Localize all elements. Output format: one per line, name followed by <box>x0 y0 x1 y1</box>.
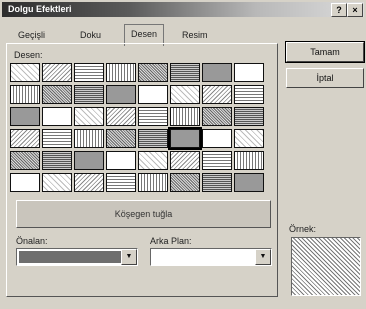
fill-effects-dialog: Dolgu Efektleri ? × Geçişli Doku Desen R… <box>0 0 366 309</box>
pattern-swatch[interactable] <box>42 129 72 148</box>
chevron-down-icon[interactable]: ▼ <box>255 249 271 265</box>
pattern-swatch[interactable] <box>106 85 136 104</box>
pattern-swatch[interactable] <box>234 129 264 148</box>
tab-picture[interactable]: Resim <box>176 26 214 44</box>
pattern-swatch[interactable] <box>170 85 200 104</box>
pattern-swatch[interactable] <box>74 107 104 126</box>
pattern-swatch[interactable] <box>170 173 200 192</box>
pattern-swatch[interactable] <box>138 85 168 104</box>
pattern-swatch[interactable] <box>202 107 232 126</box>
pattern-swatch[interactable] <box>10 129 40 148</box>
pattern-swatch[interactable] <box>138 129 168 148</box>
background-label: Arka Plan: <box>150 236 192 246</box>
title-bar: Dolgu Efektleri ? × <box>2 2 364 17</box>
pattern-swatch[interactable] <box>74 85 104 104</box>
pattern-swatch[interactable] <box>234 151 264 170</box>
pattern-swatch[interactable] <box>234 63 264 82</box>
pattern-swatch[interactable] <box>106 63 136 82</box>
pattern-swatch[interactable] <box>234 173 264 192</box>
pattern-swatch[interactable] <box>168 127 202 150</box>
pattern-swatch[interactable] <box>202 151 232 170</box>
background-swatch <box>153 251 255 263</box>
pattern-swatch[interactable] <box>202 129 232 148</box>
pattern-swatch[interactable] <box>42 107 72 126</box>
pattern-swatch[interactable] <box>202 63 232 82</box>
pattern-swatch[interactable] <box>138 107 168 126</box>
pattern-swatch[interactable] <box>138 63 168 82</box>
pattern-swatch[interactable] <box>42 173 72 192</box>
pattern-swatch[interactable] <box>106 129 136 148</box>
pattern-swatch[interactable] <box>42 151 72 170</box>
pattern-swatch[interactable] <box>202 173 232 192</box>
pattern-label: Desen: <box>14 50 43 60</box>
pattern-swatch[interactable] <box>74 173 104 192</box>
selected-pattern-name: Köşegen tuğla <box>16 200 271 228</box>
foreground-color-select[interactable]: ▼ <box>16 248 138 266</box>
pattern-swatch[interactable] <box>138 151 168 170</box>
pattern-swatch[interactable] <box>74 151 104 170</box>
sample-label: Örnek: <box>289 224 317 234</box>
pattern-swatch[interactable] <box>10 173 40 192</box>
pattern-swatch[interactable] <box>42 63 72 82</box>
pattern-swatch[interactable] <box>138 173 168 192</box>
pattern-swatch[interactable] <box>10 151 40 170</box>
cancel-button[interactable]: İptal <box>286 68 364 88</box>
pattern-swatch[interactable] <box>74 129 104 148</box>
window-title: Dolgu Efektleri <box>8 4 72 14</box>
pattern-swatch[interactable] <box>74 63 104 82</box>
pattern-swatch[interactable] <box>10 63 40 82</box>
tab-gradient[interactable]: Geçişli <box>12 26 51 44</box>
pattern-swatch[interactable] <box>42 85 72 104</box>
pattern-swatch[interactable] <box>106 107 136 126</box>
pattern-swatch[interactable] <box>106 173 136 192</box>
pattern-swatch[interactable] <box>10 85 40 104</box>
tab-texture[interactable]: Doku <box>74 26 107 44</box>
close-button[interactable]: × <box>347 3 363 17</box>
foreground-label: Önalan: <box>16 236 48 246</box>
foreground-swatch <box>19 251 121 263</box>
sample-preview <box>291 237 361 296</box>
pattern-swatch[interactable] <box>170 151 200 170</box>
pattern-swatch[interactable] <box>170 107 200 126</box>
pattern-swatch[interactable] <box>10 107 40 126</box>
help-button[interactable]: ? <box>331 3 347 17</box>
pattern-swatch[interactable] <box>234 85 264 104</box>
pattern-swatch[interactable] <box>170 63 200 82</box>
ok-button[interactable]: Tamam <box>285 41 365 63</box>
pattern-swatch[interactable] <box>202 85 232 104</box>
pattern-swatch[interactable] <box>234 107 264 126</box>
pattern-swatch[interactable] <box>106 151 136 170</box>
background-color-select[interactable]: ▼ <box>150 248 272 266</box>
chevron-down-icon[interactable]: ▼ <box>121 249 137 265</box>
